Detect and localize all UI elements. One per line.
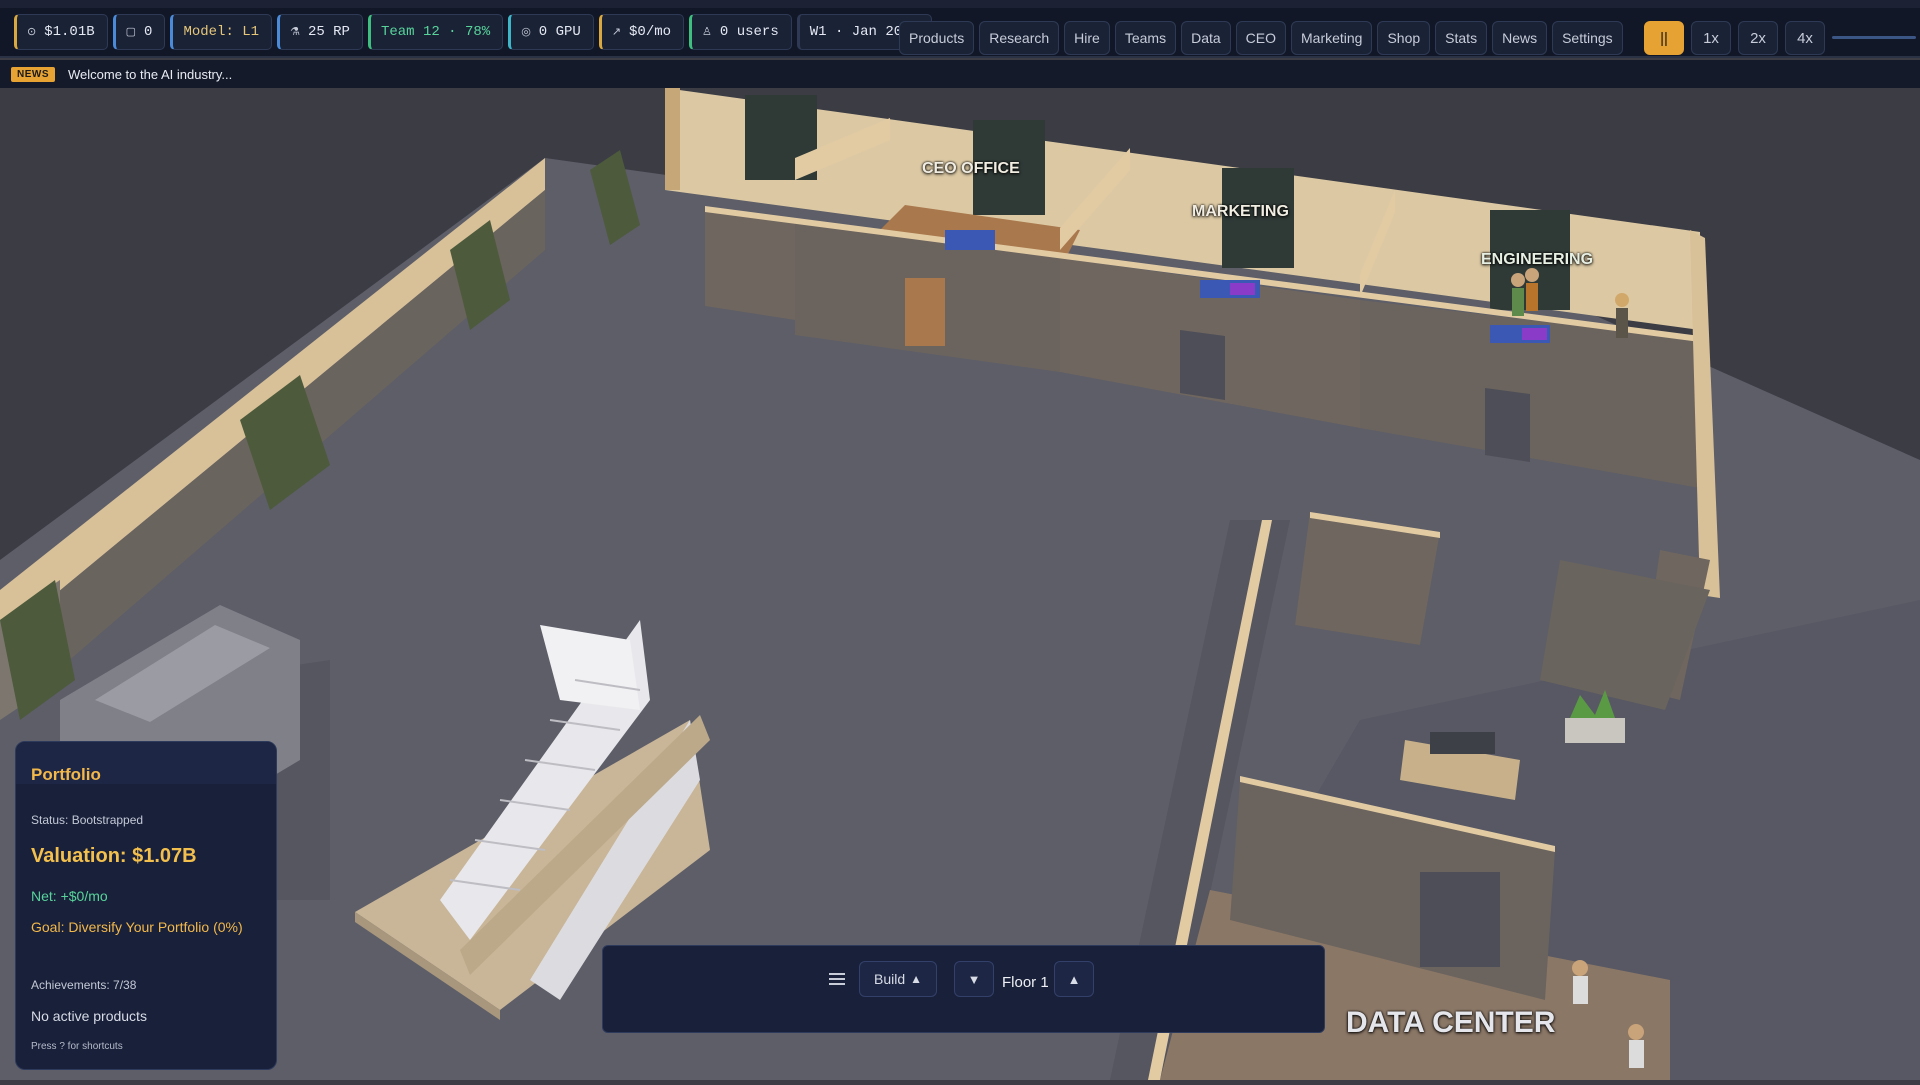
products-stat[interactable]: ▢ 0 bbox=[112, 14, 166, 50]
products-value: 0 bbox=[144, 24, 153, 40]
news-text[interactable]: Welcome to the AI industry... bbox=[68, 67, 232, 82]
engineering-label[interactable]: ENGINEERING bbox=[1481, 251, 1593, 269]
build-label: Build bbox=[873, 971, 906, 987]
speed-1x-button[interactable]: 1x bbox=[1691, 21, 1731, 55]
portfolio-goal[interactable]: Goal: Diversify Your Portfolio (0%) bbox=[31, 919, 243, 935]
users-value: 0 users bbox=[719, 24, 779, 40]
caret-up-icon: ▲ bbox=[1067, 971, 1081, 987]
model-stat[interactable]: Model: L1 bbox=[170, 14, 273, 50]
speed-2x-button[interactable]: 2x bbox=[1738, 21, 1778, 55]
portfolio-title: Portfolio bbox=[31, 765, 101, 784]
speed-slider[interactable] bbox=[1832, 36, 1916, 39]
gpu-value: 0 GPU bbox=[538, 24, 581, 40]
data-center-label[interactable]: DATA CENTER bbox=[1346, 1006, 1555, 1040]
portfolio-status: Status: Bootstrapped bbox=[31, 813, 144, 827]
portfolio-header: Portfolio bbox=[16, 742, 276, 784]
build-button[interactable]: Build ▲ bbox=[859, 961, 937, 997]
shortcuts-hint: Press ? for shortcuts bbox=[31, 1041, 123, 1052]
nav-hire[interactable]: Hire bbox=[1064, 21, 1110, 55]
speed-4x-button[interactable]: 4x bbox=[1785, 21, 1825, 55]
nav-products[interactable]: Products bbox=[899, 21, 975, 55]
portfolio-valuation: Valuation: $1.07B bbox=[31, 845, 197, 867]
team-stat[interactable]: Team 12 · 78% bbox=[367, 14, 504, 50]
caret-down-icon: ▼ bbox=[967, 971, 981, 987]
trend-icon: ↗ bbox=[611, 27, 622, 39]
portfolio-net: Net: +$0/mo bbox=[31, 888, 108, 904]
gpu-stat[interactable]: ◎ 0 GPU bbox=[508, 14, 594, 50]
nav-news[interactable]: News bbox=[1492, 21, 1548, 55]
gpu-icon: ◎ bbox=[521, 27, 531, 39]
nav-marketing[interactable]: Marketing bbox=[1291, 21, 1373, 55]
flask-icon: ⚗ bbox=[290, 27, 300, 39]
portfolio-panel: Portfolio Status: Bootstrapped Valuation… bbox=[15, 741, 277, 1070]
menu-icon[interactable] bbox=[829, 973, 845, 987]
nav-shop[interactable]: Shop bbox=[1377, 21, 1431, 55]
nav-research[interactable]: Research bbox=[979, 21, 1060, 55]
floor-down-button[interactable]: ▼ bbox=[954, 961, 994, 997]
cash-stat[interactable]: ⊙ $1.01B bbox=[14, 14, 108, 50]
speed-controls: || 1x 2x 4x bbox=[1644, 21, 1832, 55]
coin-icon: ⊙ bbox=[27, 27, 37, 39]
build-panel: Build ▲ ▼ Floor 1 ▲ bbox=[602, 945, 1325, 1033]
marketing-label[interactable]: MARKETING bbox=[1192, 203, 1289, 221]
office-floor-render bbox=[0, 88, 1920, 1080]
portfolio-products: No active products bbox=[31, 1008, 147, 1024]
caret-up-icon: ▲ bbox=[910, 972, 923, 986]
revenue-stat[interactable]: ↗ $0/mo bbox=[598, 14, 685, 50]
ceo-office-label[interactable]: CEO OFFICE bbox=[922, 160, 1020, 178]
research-stat[interactable]: ⚗ 25 RP bbox=[277, 14, 363, 50]
nav-settings[interactable]: Settings bbox=[1552, 21, 1623, 55]
floor-up-button[interactable]: ▲ bbox=[1054, 961, 1094, 997]
revenue-value: $0/mo bbox=[629, 24, 672, 40]
nav-stats[interactable]: Stats bbox=[1435, 21, 1488, 55]
portfolio-achievements[interactable]: Achievements: 7/38 bbox=[31, 978, 136, 992]
box-icon: ▢ bbox=[125, 27, 137, 39]
team-value: Team 12 · 78% bbox=[380, 24, 491, 40]
user-icon: ♙ bbox=[702, 27, 712, 39]
model-value: Model: L1 bbox=[183, 24, 260, 40]
floor-label: Floor 1 bbox=[1002, 974, 1049, 991]
nav-teams[interactable]: Teams bbox=[1114, 21, 1177, 55]
top-bar: ⊙ $1.01B ▢ 0 Model: L1 ⚗ 25 RP Team 12 ·… bbox=[0, 0, 1920, 58]
nav-data[interactable]: Data bbox=[1181, 21, 1231, 55]
users-stat[interactable]: ♙ 0 users bbox=[689, 14, 792, 50]
news-ticker: NEWS Welcome to the AI industry... bbox=[0, 60, 1920, 88]
office-scene[interactable]: CEO OFFICE MARKETING ENGINEERING DATA CE… bbox=[0, 88, 1920, 1080]
main-nav: Products Research Hire Teams Data CEO Ma… bbox=[899, 21, 1628, 55]
cash-value: $1.01B bbox=[44, 24, 95, 40]
research-value: 25 RP bbox=[307, 24, 350, 40]
news-badge: NEWS bbox=[11, 66, 55, 82]
nav-ceo[interactable]: CEO bbox=[1235, 21, 1286, 55]
pause-button[interactable]: || bbox=[1644, 21, 1684, 55]
